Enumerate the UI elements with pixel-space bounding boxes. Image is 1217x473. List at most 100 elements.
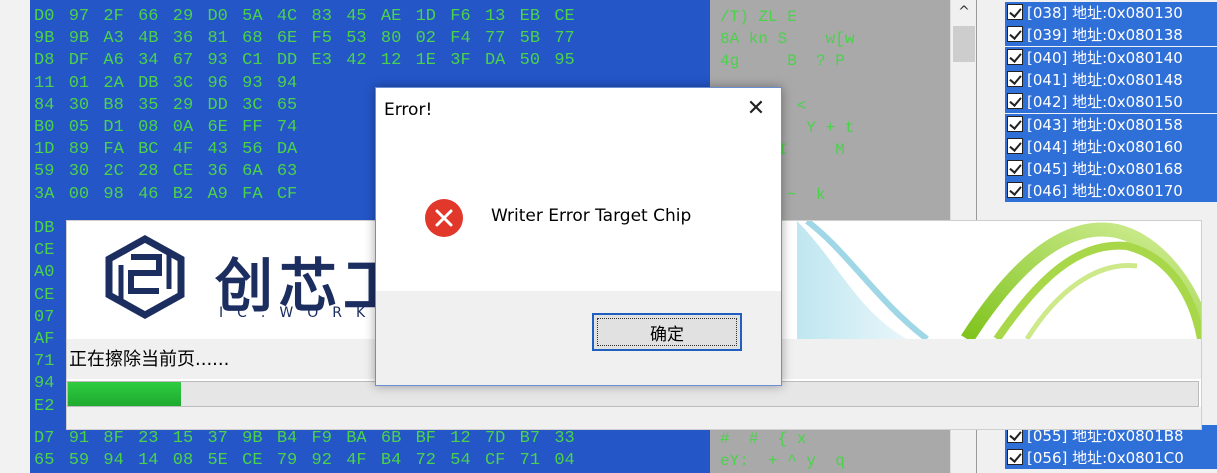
hex-byte: C1 bbox=[242, 51, 263, 71]
hex-byte: B4 bbox=[276, 429, 298, 448]
hex-byte: BF bbox=[415, 429, 436, 448]
hex-byte: 07 bbox=[34, 307, 55, 327]
hex-byte: 71 bbox=[519, 451, 541, 471]
checklist-item[interactable]: [045] 地址:0x080168 bbox=[1005, 158, 1217, 181]
status-text: 正在擦除当前页...... bbox=[69, 349, 230, 370]
hex-byte: DD bbox=[276, 51, 298, 71]
checklist-item[interactable]: [041] 地址:0x080148 bbox=[1005, 68, 1217, 91]
hex-byte: 79 bbox=[276, 451, 298, 471]
hex-byte: B0 bbox=[34, 118, 55, 137]
hex-byte: 7D bbox=[484, 429, 506, 448]
hex-byte: D7 bbox=[34, 429, 55, 448]
hex-byte: 59 bbox=[34, 162, 55, 182]
checkbox-checked-icon[interactable] bbox=[1007, 182, 1023, 199]
checklist-item[interactable]: [043] 地址:0x080158 bbox=[1005, 113, 1217, 136]
hex-byte: B2 bbox=[172, 184, 194, 204]
hex-byte: 6A bbox=[242, 162, 263, 182]
hex-byte: 30 bbox=[68, 162, 90, 182]
hex-byte: DA bbox=[484, 51, 506, 71]
checkbox-checked-icon[interactable] bbox=[1007, 115, 1023, 132]
scroll-up-arrow-icon[interactable]: ^ bbox=[951, 4, 977, 26]
hex-byte: 05 bbox=[68, 118, 90, 137]
hex-byte: 6E bbox=[207, 118, 228, 137]
checklist-item[interactable]: [040] 地址:0x080140 bbox=[1005, 46, 1217, 69]
checkbox-checked-icon[interactable] bbox=[1007, 70, 1023, 87]
hex-byte: 13 bbox=[484, 7, 506, 26]
hex-byte: 93 bbox=[242, 73, 263, 93]
hex-byte: A0 bbox=[34, 263, 55, 283]
ascii-row: 4g B ? P bbox=[720, 52, 845, 71]
hex-byte: 00 bbox=[68, 184, 90, 204]
hex-byte: 92 bbox=[311, 451, 332, 471]
hex-byte: 46 bbox=[138, 184, 159, 204]
hex-byte: E2 bbox=[34, 396, 55, 416]
dialog-title: Error! bbox=[384, 100, 433, 120]
ascii-row: # # { x bbox=[720, 429, 807, 448]
hex-byte: DA bbox=[276, 140, 298, 160]
hex-byte: F4 bbox=[450, 29, 471, 49]
checklist-item[interactable]: [038] 地址:0x080130 bbox=[1005, 2, 1217, 24]
hex-byte: 80 bbox=[380, 29, 402, 49]
checkbox-checked-icon[interactable] bbox=[1007, 48, 1023, 65]
checkbox-checked-icon[interactable] bbox=[1007, 93, 1023, 110]
hex-byte: DF bbox=[68, 51, 90, 71]
hex-byte: AF bbox=[34, 330, 55, 349]
hex-byte: 74 bbox=[276, 118, 298, 137]
scroll-thumb[interactable] bbox=[953, 26, 975, 62]
hex-byte: 3A bbox=[34, 184, 55, 204]
checklist-item[interactable]: [044] 地址:0x080160 bbox=[1005, 135, 1217, 158]
checkbox-checked-icon[interactable] bbox=[1007, 137, 1023, 154]
checklist-item[interactable]: [056] 地址:0x0801C0 bbox=[1005, 446, 1217, 469]
hex-byte: FF bbox=[242, 118, 263, 137]
close-icon[interactable]: ✕ bbox=[741, 94, 771, 124]
hex-byte: A3 bbox=[103, 29, 124, 49]
checklist-item-label: [038] 地址:0x080130 bbox=[1027, 4, 1183, 22]
hex-byte: 34 bbox=[138, 51, 159, 71]
hex-row: D0 97 2F 66 29 D0 5A 4C 83 45 AE 1D F6 13 EB CE bbox=[34, 6, 589, 28]
checklist-item[interactable]: [039] 地址:0x080138 bbox=[1005, 24, 1217, 47]
hex-byte: 56 bbox=[242, 140, 263, 160]
hex-byte: 53 bbox=[346, 29, 367, 49]
hex-byte: 59 bbox=[68, 451, 90, 471]
hex-byte: 77 bbox=[484, 29, 506, 49]
progress-bar-fill bbox=[68, 382, 181, 406]
hex-byte: AE bbox=[380, 7, 402, 26]
hex-byte: 35 bbox=[138, 95, 159, 115]
hex-byte: DB bbox=[138, 73, 159, 93]
hex-byte: 6B bbox=[380, 429, 402, 448]
checkbox-checked-icon[interactable] bbox=[1007, 26, 1023, 43]
checklist-item-label: [039] 地址:0x080138 bbox=[1027, 26, 1183, 45]
hex-byte: CE bbox=[172, 162, 194, 182]
hex-byte: 36 bbox=[207, 162, 228, 182]
checkbox-checked-icon[interactable] bbox=[1007, 448, 1023, 465]
checkbox-checked-icon[interactable] bbox=[1007, 160, 1023, 177]
splash-footer bbox=[67, 407, 1201, 429]
hex-byte: F5 bbox=[311, 29, 332, 49]
hex-byte: 1E bbox=[415, 51, 436, 71]
checklist-item[interactable]: [046] 地址:0x080170 bbox=[1005, 180, 1217, 203]
checklist-item[interactable]: [042] 地址:0x080150 bbox=[1005, 91, 1217, 114]
hex-byte: DB bbox=[34, 219, 55, 238]
hex-byte: 71 bbox=[34, 352, 55, 372]
ok-button[interactable]: 确定 bbox=[592, 313, 742, 351]
checklist-item-label: [045] 地址:0x080168 bbox=[1027, 160, 1183, 179]
hex-byte: 12 bbox=[450, 429, 471, 448]
hex-byte: 63 bbox=[276, 162, 298, 182]
hex-row: D7 91 8F 23 15 37 9B B4 F9 BA 6B BF 12 7D B7 33 bbox=[34, 428, 589, 450]
hex-byte: 1D bbox=[34, 140, 55, 160]
hex-byte: 4F bbox=[346, 451, 367, 471]
hex-byte: 8F bbox=[103, 429, 124, 448]
hex-byte: 4F bbox=[172, 140, 194, 160]
hex-byte: 14 bbox=[138, 451, 159, 471]
hex-byte: B7 bbox=[519, 429, 541, 448]
hex-byte: 28 bbox=[138, 162, 159, 182]
hex-byte: 9B bbox=[68, 29, 90, 49]
hex-byte: 3C bbox=[242, 95, 263, 115]
checkbox-checked-icon[interactable] bbox=[1007, 4, 1023, 20]
hex-byte: 5E bbox=[207, 451, 228, 471]
hex-byte: 33 bbox=[554, 429, 575, 448]
dialog-footer: 确定 bbox=[376, 291, 781, 385]
hex-byte: 23 bbox=[138, 429, 159, 448]
hex-byte: 98 bbox=[103, 184, 124, 204]
hex-byte: 9B bbox=[242, 429, 263, 448]
